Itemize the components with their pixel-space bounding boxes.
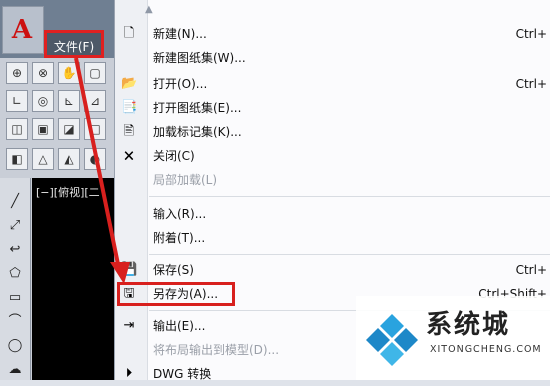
watermark: 系统城 XITONGCHENG.COM [356, 296, 550, 380]
menu-item-load-markup[interactable]: 🖹 加载标记集(K)... [115, 120, 550, 144]
cube-icon[interactable]: ▣ [32, 118, 54, 140]
orbit-icon[interactable]: ⊕ [6, 62, 28, 84]
menu-item-label: 新建图纸集(W)... [153, 51, 246, 65]
ucs-3point-icon[interactable]: ⊿ [84, 90, 106, 112]
menu-item-partial-load: 局部加载(L) [115, 168, 550, 192]
menu-item-attach[interactable]: 附着(T)... [115, 226, 550, 250]
pyramid-icon[interactable]: △ [32, 148, 54, 170]
revision-cloud-icon[interactable]: ☁ [6, 362, 24, 378]
markup-icon: 🖹 [123, 124, 135, 139]
application-button[interactable]: A [2, 6, 44, 54]
autocad-logo-icon: A [11, 15, 33, 45]
export-icon: ⇥ [123, 318, 135, 333]
save-as-highlight-box [117, 282, 235, 306]
menu-item-shortcut: Ctrl+ [515, 27, 547, 41]
cone-icon[interactable]: ◭ [58, 148, 80, 170]
polyline-icon[interactable]: ↩ [6, 242, 24, 258]
menu-item-label: 局部加载(L) [153, 173, 218, 187]
open-sheetset-icon: 📑 [121, 100, 138, 115]
scroll-up-icon[interactable]: ▲ [145, 4, 153, 15]
menu-item-label: DWG 转换 [153, 367, 212, 381]
construction-line-icon[interactable]: ⤢ [6, 218, 24, 234]
new-doc-icon: 🗋 [123, 26, 135, 41]
toolbar-row-4: ◧ △ ◭ ◐ [6, 148, 116, 172]
arc-icon[interactable]: ⌒ [6, 314, 24, 330]
toolbar-row-3: ◫ ▣ ◪ □ [6, 118, 116, 142]
close-doc-icon: 🗙 [124, 148, 134, 163]
menu-item-open[interactable]: 📂 打开(O)... Ctrl+ [115, 72, 550, 96]
viewport-label[interactable]: [−][俯视][二 [36, 184, 100, 200]
menu-item-new-sheetset[interactable]: 新建图纸集(W)... [115, 46, 550, 70]
ucs-icon[interactable]: ∟ [6, 90, 28, 112]
watermark-subtitle: XITONGCHENG.COM [430, 344, 542, 355]
menu-item-import[interactable]: 输入(R)... [115, 202, 550, 226]
menu-item-label: 输出(E)... [153, 319, 206, 333]
line-tool-icon[interactable]: ╱ [6, 194, 24, 210]
drawing-viewport[interactable] [32, 178, 116, 380]
extrude-icon[interactable]: ◧ [6, 148, 28, 170]
revolve-icon[interactable]: ◐ [84, 148, 106, 170]
draw-toolbar: ╱ ⤢ ↩ ⬠ ▭ ⌒ ◯ ☁ [0, 178, 31, 380]
menu-item-shortcut: Ctrl+ [515, 77, 547, 91]
polygon-icon[interactable]: ⬠ [6, 266, 24, 282]
menu-item-label: 输入(R)... [153, 207, 207, 221]
circle-icon[interactable]: ◯ [6, 338, 24, 354]
menu-item-open-sheetset[interactable]: 📑 打开图纸集(E)... [115, 96, 550, 120]
menu-separator [149, 196, 550, 197]
cube-outline-icon[interactable]: □ [84, 118, 106, 140]
menu-item-label: 将布局输出到模型(D)... [153, 343, 280, 357]
rectangle-icon[interactable]: ▭ [6, 290, 24, 306]
menu-item-save[interactable]: 💾 保存(S) Ctrl+ [115, 258, 550, 282]
save-icon: 💾 [121, 262, 138, 277]
menu-separator [149, 254, 550, 255]
view-box-icon[interactable]: ▢ [84, 62, 106, 84]
box-solid-icon[interactable]: ◫ [6, 118, 28, 140]
free-orbit-icon[interactable]: ⊗ [32, 62, 54, 84]
wedge-icon[interactable]: ◪ [58, 118, 80, 140]
menu-item-label: 新建(N)... [153, 27, 207, 41]
world-ucs-icon[interactable]: ◎ [32, 90, 54, 112]
menu-item-label: 打开图纸集(E)... [153, 101, 242, 115]
open-folder-icon: 📂 [121, 76, 138, 91]
watermark-logo-icon [366, 314, 418, 366]
menu-item-label: 保存(S) [153, 263, 194, 277]
menu-item-close[interactable]: 🗙 关闭(C) [115, 144, 550, 168]
watermark-title: 系统城 [426, 310, 511, 340]
menu-item-label: 打开(O)... [153, 77, 208, 91]
ucs-origin-icon[interactable]: ⊾ [58, 90, 80, 112]
menu-item-label: 关闭(C) [153, 149, 195, 163]
left-toolbar-pane: A 文件(F) ⊕ ⊗ ✋ ▢ ∟ ◎ ⊾ ⊿ ◫ ▣ ◪ □ ◧ △ ◭ ◐ … [0, 0, 116, 380]
toolbar-row-1: ⊕ ⊗ ✋ ▢ [6, 62, 116, 86]
toolbar-row-2: ∟ ◎ ⊾ ⊿ [6, 90, 116, 114]
pan-icon[interactable]: ✋ [58, 62, 80, 84]
file-menu-tab[interactable]: 文件(F) [44, 30, 104, 58]
menu-item-shortcut: Ctrl+ [515, 263, 547, 277]
menu-item-label: 加载标记集(K)... [153, 125, 242, 139]
menu-item-new[interactable]: 🗋 新建(N)... Ctrl+ [115, 22, 550, 46]
menu-item-label: 附着(T)... [153, 231, 206, 245]
